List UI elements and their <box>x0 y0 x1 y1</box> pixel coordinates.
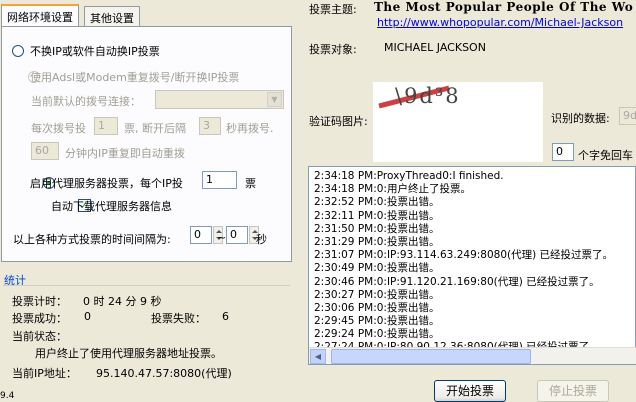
label-per-dial-unit: 票, 断开后隔 <box>124 122 186 135</box>
log-line: 2:29:45 PM:0:投票出错。 <box>314 315 440 328</box>
tab-other-settings[interactable]: 其他设置 <box>84 6 140 27</box>
log-line: 2:30:49 PM:0:投票出错。 <box>314 262 440 275</box>
stop-vote-button[interactable]: 停止投票 <box>537 380 609 402</box>
log-line: 2:29:24 PM:0:投票出错。 <box>314 328 440 341</box>
vote-url-link[interactable]: http://www.whopopular.com/Michael-Jackso… <box>377 16 623 29</box>
log-line: 2:30:46 PM:0:IP:91.120.21.169:80(代理) 已经投… <box>314 275 600 288</box>
vote-log-lines: 2:34:18 PM:ProxyThread0:I finished. 2:34:… <box>309 167 635 355</box>
stats-timer-value: 0 时 24 分 9 秒 <box>83 295 162 308</box>
stats-state-label: 当前状态： <box>12 330 67 343</box>
interval-min-input[interactable]: 0 <box>190 226 212 244</box>
label-interval-unit: 秒 <box>256 233 267 246</box>
log-line: 2:32:11 PM:0:投票出错。 <box>314 209 440 222</box>
log-line: 2:31:29 PM:0:投票出错。 <box>314 235 440 248</box>
vote-log[interactable]: 2:34:18 PM:ProxyThread0:I finished. 2:34:… <box>308 166 636 365</box>
recognized-input[interactable]: 9d <box>619 107 636 125</box>
stats-fail-label: 投票失败： <box>151 312 206 325</box>
stats-success-value: 0 <box>84 310 91 323</box>
recognized-label: 识别的数据: <box>551 112 610 125</box>
label-adsl-modem: 使用Adsl或Modem重复拨号/断开换IP投票 <box>30 71 240 84</box>
label-proxy-votes-unit: 票 <box>245 177 256 190</box>
label-dial-connection: 当前默认的拨号连接： <box>31 95 141 108</box>
stats-fail-value: 6 <box>222 310 229 323</box>
vote-subject-value: The Most Popular People Of The Wo <box>374 0 634 14</box>
log-line: 2:31:07 PM:0:IP:93.114.63.249:8080(代理) 已… <box>314 249 614 262</box>
skip-enter-label: 个字免回车 <box>578 149 633 162</box>
vote-object-value: MICHAEL JACKSON <box>384 41 486 54</box>
radio-no-ip-change[interactable] <box>12 45 24 57</box>
stats-divider <box>3 285 290 286</box>
version-fragment: 9.4 <box>0 391 15 401</box>
stats-ip-label: 当前IP地址： <box>12 367 77 380</box>
log-horizontal-scrollbar[interactable]: ◀ <box>309 347 636 364</box>
log-line: 2:31:50 PM:0:投票出错。 <box>314 222 440 235</box>
vote-subject-label: 投票主题: <box>309 3 357 16</box>
label-redial-unit: 秒再拨号. <box>226 122 274 135</box>
log-line: 2:30:27 PM:0:投票出错。 <box>314 288 440 301</box>
captcha-image: \9d³8 <box>377 84 492 110</box>
label-per-dial: 每次拨号投 <box>31 122 86 135</box>
label-interval-sep: ~ <box>217 231 227 244</box>
label-no-ip-change: 不换IP或软件自动换IP投票 <box>30 45 160 58</box>
skip-enter-input[interactable]: 0 <box>552 143 574 161</box>
captcha-label: 验证码图片: <box>309 115 368 128</box>
per-dial-votes-input[interactable]: 1 <box>94 117 118 135</box>
redial-delay-input[interactable]: 3 <box>199 117 221 135</box>
label-interval: 以上各种方式投票的时间间隔为: <box>13 233 171 246</box>
log-line: 2:34:18 PM:ProxyThread0:I finished. <box>314 170 504 182</box>
dial-connection-select[interactable]: ▼ <box>155 90 284 109</box>
stats-ip-value: 95.140.47.57:8080(代理) <box>96 367 232 380</box>
log-line: 2:32:52 PM:0:投票出错。 <box>314 196 440 209</box>
log-line: 2:34:18 PM:0:用户终止了投票。 <box>314 183 471 196</box>
stats-timer-label: 投票计时： <box>12 295 67 308</box>
scroll-thumb[interactable] <box>331 349 531 364</box>
start-vote-button[interactable]: 开始投票 <box>434 380 506 402</box>
redial-within-input[interactable]: 60 <box>31 142 59 160</box>
stats-state-value: 用户终止了使用代理服务器地址投票。 <box>35 347 222 360</box>
captcha-image-frame: \9d³8 <box>373 82 543 162</box>
chevron-down-icon[interactable]: ▼ <box>267 92 282 107</box>
scroll-left-icon[interactable]: ◀ <box>310 349 326 364</box>
interval-max-input[interactable]: 0 <box>226 226 248 244</box>
tab-network-settings[interactable]: 网络环境设置 <box>1 4 79 26</box>
proxy-votes-input[interactable]: 1 <box>202 171 237 189</box>
label-redial-within: 分钟内IP重复即自动重拨 <box>65 147 185 160</box>
stats-success-label: 投票成功： <box>12 312 67 325</box>
vote-object-label: 投票对象: <box>309 43 357 56</box>
label-auto-download-proxy: 自动下载代理服务器信息 <box>51 200 172 213</box>
label-use-proxy: 启用代理服务器投票，每个IP投 <box>30 177 183 190</box>
captcha-text: \9d³8 <box>395 84 461 108</box>
log-line: 2:30:06 PM:0:投票出错。 <box>314 301 440 314</box>
